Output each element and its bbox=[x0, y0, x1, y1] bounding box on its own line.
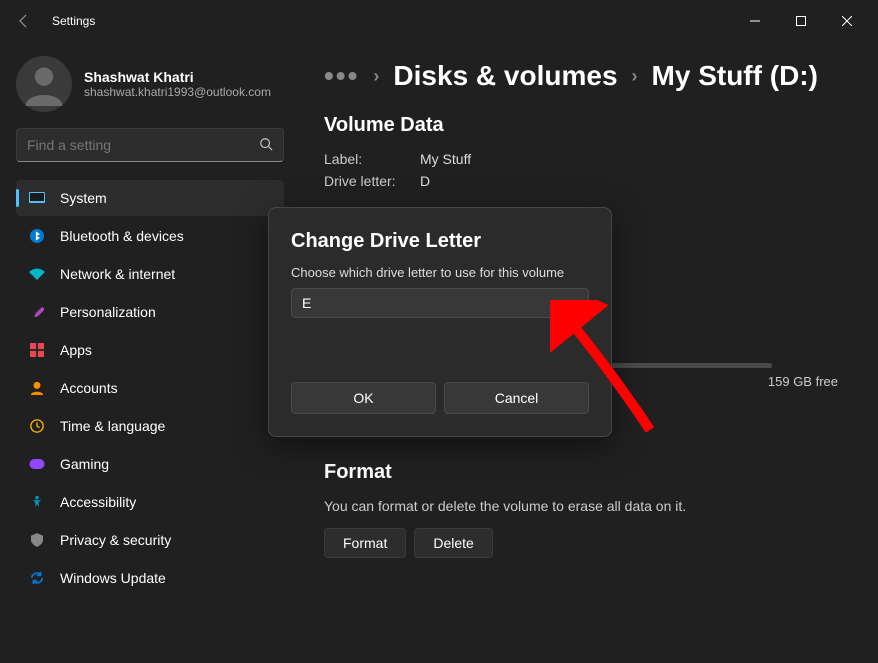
volume-letter-row: Drive letter: D bbox=[324, 173, 838, 189]
selected-letter: E bbox=[302, 295, 311, 311]
chevron-down-icon bbox=[568, 297, 578, 309]
sidebar-item-shield[interactable]: Privacy & security bbox=[16, 522, 284, 558]
sidebar-item-gaming[interactable]: Gaming bbox=[16, 446, 284, 482]
breadcrumb: ••• › Disks & volumes › My Stuff (D:) bbox=[324, 52, 838, 92]
sidebar-item-brush[interactable]: Personalization bbox=[16, 294, 284, 330]
bluetooth-icon bbox=[28, 227, 46, 245]
sidebar-item-person[interactable]: Accounts bbox=[16, 370, 284, 406]
window-controls bbox=[732, 5, 870, 37]
sidebar-item-apps[interactable]: Apps bbox=[16, 332, 284, 368]
sidebar-item-label: Windows Update bbox=[60, 570, 166, 586]
sidebar-item-accessibility[interactable]: Accessibility bbox=[16, 484, 284, 520]
search-input[interactable] bbox=[27, 137, 259, 153]
wifi-icon bbox=[28, 265, 46, 283]
drive-letter-select[interactable]: E bbox=[291, 288, 589, 318]
nav-list: System Bluetooth & devices Network & inter… bbox=[16, 180, 284, 596]
chevron-right-icon: › bbox=[632, 66, 638, 87]
person-icon bbox=[28, 379, 46, 397]
user-email: shashwat.khatri1993@outlook.com bbox=[84, 85, 271, 99]
titlebar: Settings bbox=[0, 0, 878, 42]
change-drive-letter-dialog: Change Drive Letter Choose which drive l… bbox=[268, 207, 612, 437]
letter-value: D bbox=[420, 173, 430, 189]
ok-button[interactable]: OK bbox=[291, 382, 436, 414]
sidebar-item-update[interactable]: Windows Update bbox=[16, 560, 284, 596]
sidebar-item-label: Gaming bbox=[60, 456, 109, 472]
format-button[interactable]: Format bbox=[324, 528, 406, 558]
section-title-volume: Volume Data bbox=[324, 114, 838, 137]
cancel-button[interactable]: Cancel bbox=[444, 382, 589, 414]
sidebar-item-label: Apps bbox=[60, 342, 92, 358]
label-value: My Stuff bbox=[420, 151, 471, 167]
dialog-title: Change Drive Letter bbox=[291, 230, 589, 253]
brush-icon bbox=[28, 303, 46, 321]
sidebar-item-label: Bluetooth & devices bbox=[60, 228, 184, 244]
sidebar-item-bluetooth[interactable]: Bluetooth & devices bbox=[16, 218, 284, 254]
sidebar-item-label: Personalization bbox=[60, 304, 156, 320]
close-button[interactable] bbox=[824, 5, 870, 37]
back-button[interactable] bbox=[8, 5, 40, 37]
dialog-description: Choose which drive letter to use for thi… bbox=[291, 265, 589, 280]
gaming-icon bbox=[28, 455, 46, 473]
search-icon bbox=[259, 137, 273, 154]
sidebar-item-clock[interactable]: Time & language bbox=[16, 408, 284, 444]
shield-icon bbox=[28, 531, 46, 549]
window-title: Settings bbox=[52, 14, 95, 28]
format-description: You can format or delete the volume to e… bbox=[324, 498, 838, 514]
breadcrumb-current: My Stuff (D:) bbox=[652, 60, 818, 92]
maximize-button[interactable] bbox=[778, 5, 824, 37]
breadcrumb-ellipsis[interactable]: ••• bbox=[324, 60, 359, 92]
sidebar-item-label: Accessibility bbox=[60, 494, 136, 510]
sidebar-item-label: Accounts bbox=[60, 380, 118, 396]
sidebar-item-label: Time & language bbox=[60, 418, 165, 434]
sidebar-item-wifi[interactable]: Network & internet bbox=[16, 256, 284, 292]
update-icon bbox=[28, 569, 46, 587]
breadcrumb-disks[interactable]: Disks & volumes bbox=[393, 60, 617, 92]
sidebar: Shashwat Khatri shashwat.khatri1993@outl… bbox=[0, 42, 300, 663]
minimize-button[interactable] bbox=[732, 5, 778, 37]
system-icon bbox=[28, 189, 46, 207]
letter-key: Drive letter: bbox=[324, 173, 420, 189]
user-profile[interactable]: Shashwat Khatri shashwat.khatri1993@outl… bbox=[16, 52, 284, 128]
sidebar-item-label: Network & internet bbox=[60, 266, 175, 282]
user-name: Shashwat Khatri bbox=[84, 69, 271, 85]
apps-icon bbox=[28, 341, 46, 359]
clock-icon bbox=[28, 417, 46, 435]
avatar bbox=[16, 56, 72, 112]
sidebar-item-label: System bbox=[60, 190, 107, 206]
accessibility-icon bbox=[28, 493, 46, 511]
label-key: Label: bbox=[324, 151, 420, 167]
delete-button[interactable]: Delete bbox=[414, 528, 492, 558]
chevron-right-icon: › bbox=[373, 66, 379, 87]
sidebar-item-system[interactable]: System bbox=[16, 180, 284, 216]
volume-label-row: Label: My Stuff bbox=[324, 151, 838, 167]
section-title-format: Format bbox=[324, 461, 838, 484]
sidebar-item-label: Privacy & security bbox=[60, 532, 171, 548]
search-box[interactable] bbox=[16, 128, 284, 162]
